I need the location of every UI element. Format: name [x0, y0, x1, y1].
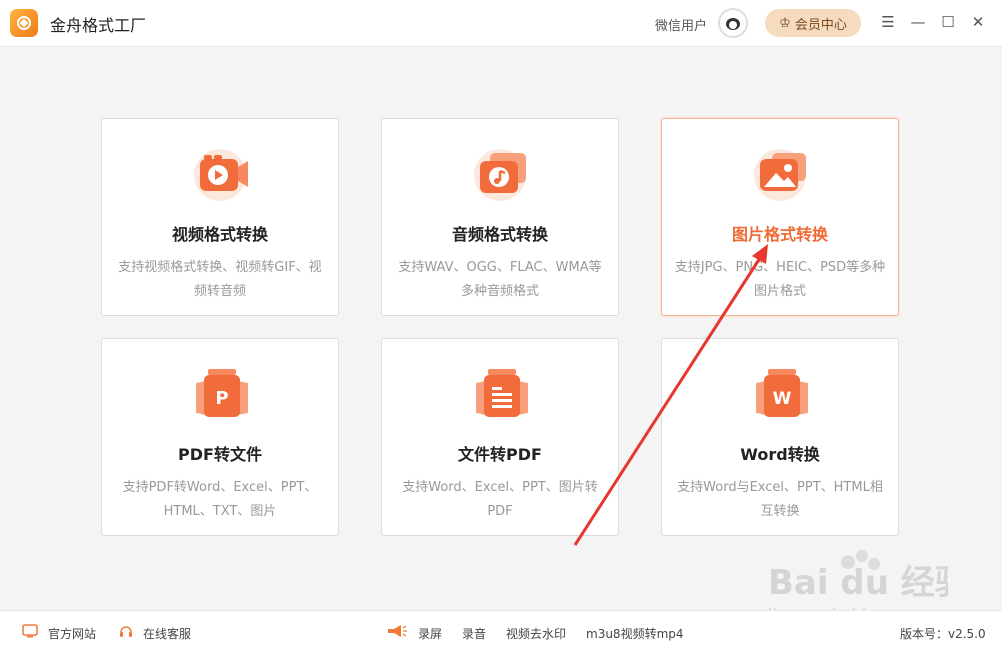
title-bar: 金舟格式工厂 微信用户 ♔ 会员中心 ☰ — ☐ ✕	[0, 0, 1002, 47]
card-description: 支持JPG、PNG、HEIC、PSD等多种图片格式	[674, 260, 886, 299]
card-audio-convert[interactable]: 音频格式转换 支持WAV、OGG、FLAC、WMA等多种音频格式	[381, 118, 619, 316]
card-title: 文件转PDF	[458, 445, 542, 464]
card-description: 支持Word、Excel、PPT、图片转PDF	[402, 480, 598, 519]
menu-icon[interactable]: ☰	[879, 13, 897, 31]
minimize-icon[interactable]: —	[909, 13, 927, 31]
video-icon	[194, 149, 248, 201]
close-icon[interactable]: ✕	[969, 13, 987, 31]
pdf-icon: P	[196, 369, 248, 417]
card-description: 支持Word与Excel、PPT、HTML相互转换	[677, 480, 883, 519]
vip-center-label: 会员中心	[794, 17, 847, 33]
document-icon	[476, 369, 528, 417]
remove-watermark-link[interactable]: 视频去水印	[506, 625, 566, 642]
card-title: 视频格式转换	[171, 225, 268, 244]
card-description: 支持视频格式转换、视频转GIF、视频转音频	[118, 260, 322, 299]
app-title: 金舟格式工厂	[50, 16, 147, 35]
monitor-icon	[22, 624, 38, 638]
word-icon: W	[756, 369, 808, 417]
card-description: 支持WAV、OGG、FLAC、WMA等多种音频格式	[398, 260, 602, 299]
audio-icon	[474, 149, 526, 201]
user-name[interactable]: 微信用户	[655, 15, 707, 34]
card-word-convert[interactable]: W Word转换 支持Word与Excel、PPT、HTML相互转换	[661, 338, 899, 536]
card-title: PDF转文件	[178, 445, 262, 464]
card-title: 图片格式转换	[731, 225, 828, 244]
card-file-to-pdf[interactable]: 文件转PDF 支持Word、Excel、PPT、图片转PDF	[381, 338, 619, 536]
card-image-convert[interactable]: 图片格式转换 支持JPG、PNG、HEIC、PSD等多种图片格式	[661, 118, 899, 316]
card-description: 支持PDF转Word、Excel、PPT、HTML、TXT、图片	[122, 480, 318, 519]
card-video-convert[interactable]: 视频格式转换 支持视频格式转换、视频转GIF、视频转音频	[101, 118, 339, 316]
avatar[interactable]	[718, 8, 748, 38]
record-screen-link[interactable]: 录屏	[418, 625, 442, 642]
headset-icon	[120, 626, 132, 637]
crown-icon: ♔	[779, 15, 791, 31]
card-title: Word转换	[740, 445, 820, 464]
footer-bar: 官方网站 在线客服 录屏 录音 视频去水印 m3u8视频转mp4 版本号：v2.…	[0, 610, 1002, 653]
official-website-link[interactable]: 官方网站	[48, 625, 96, 642]
record-audio-link[interactable]: 录音	[462, 625, 486, 642]
megaphone-icon	[388, 625, 407, 637]
m3u8-to-mp4-link[interactable]: m3u8视频转mp4	[586, 625, 684, 642]
card-title: 音频格式转换	[451, 225, 548, 244]
online-support-link[interactable]: 在线客服	[143, 625, 191, 642]
svg-text:W: W	[773, 389, 792, 409]
svg-text:P: P	[215, 388, 228, 409]
watermark-text: Bai du 经验	[768, 563, 948, 603]
app-logo-icon	[10, 9, 38, 37]
image-icon	[754, 149, 806, 201]
card-pdf-to-file[interactable]: P PDF转文件 支持PDF转Word、Excel、PPT、HTML、TXT、图…	[101, 338, 339, 536]
maximize-icon[interactable]: ☐	[939, 13, 957, 31]
version-label: 版本号：v2.5.0	[900, 627, 986, 641]
vip-center-button[interactable]: ♔ 会员中心	[765, 9, 861, 37]
